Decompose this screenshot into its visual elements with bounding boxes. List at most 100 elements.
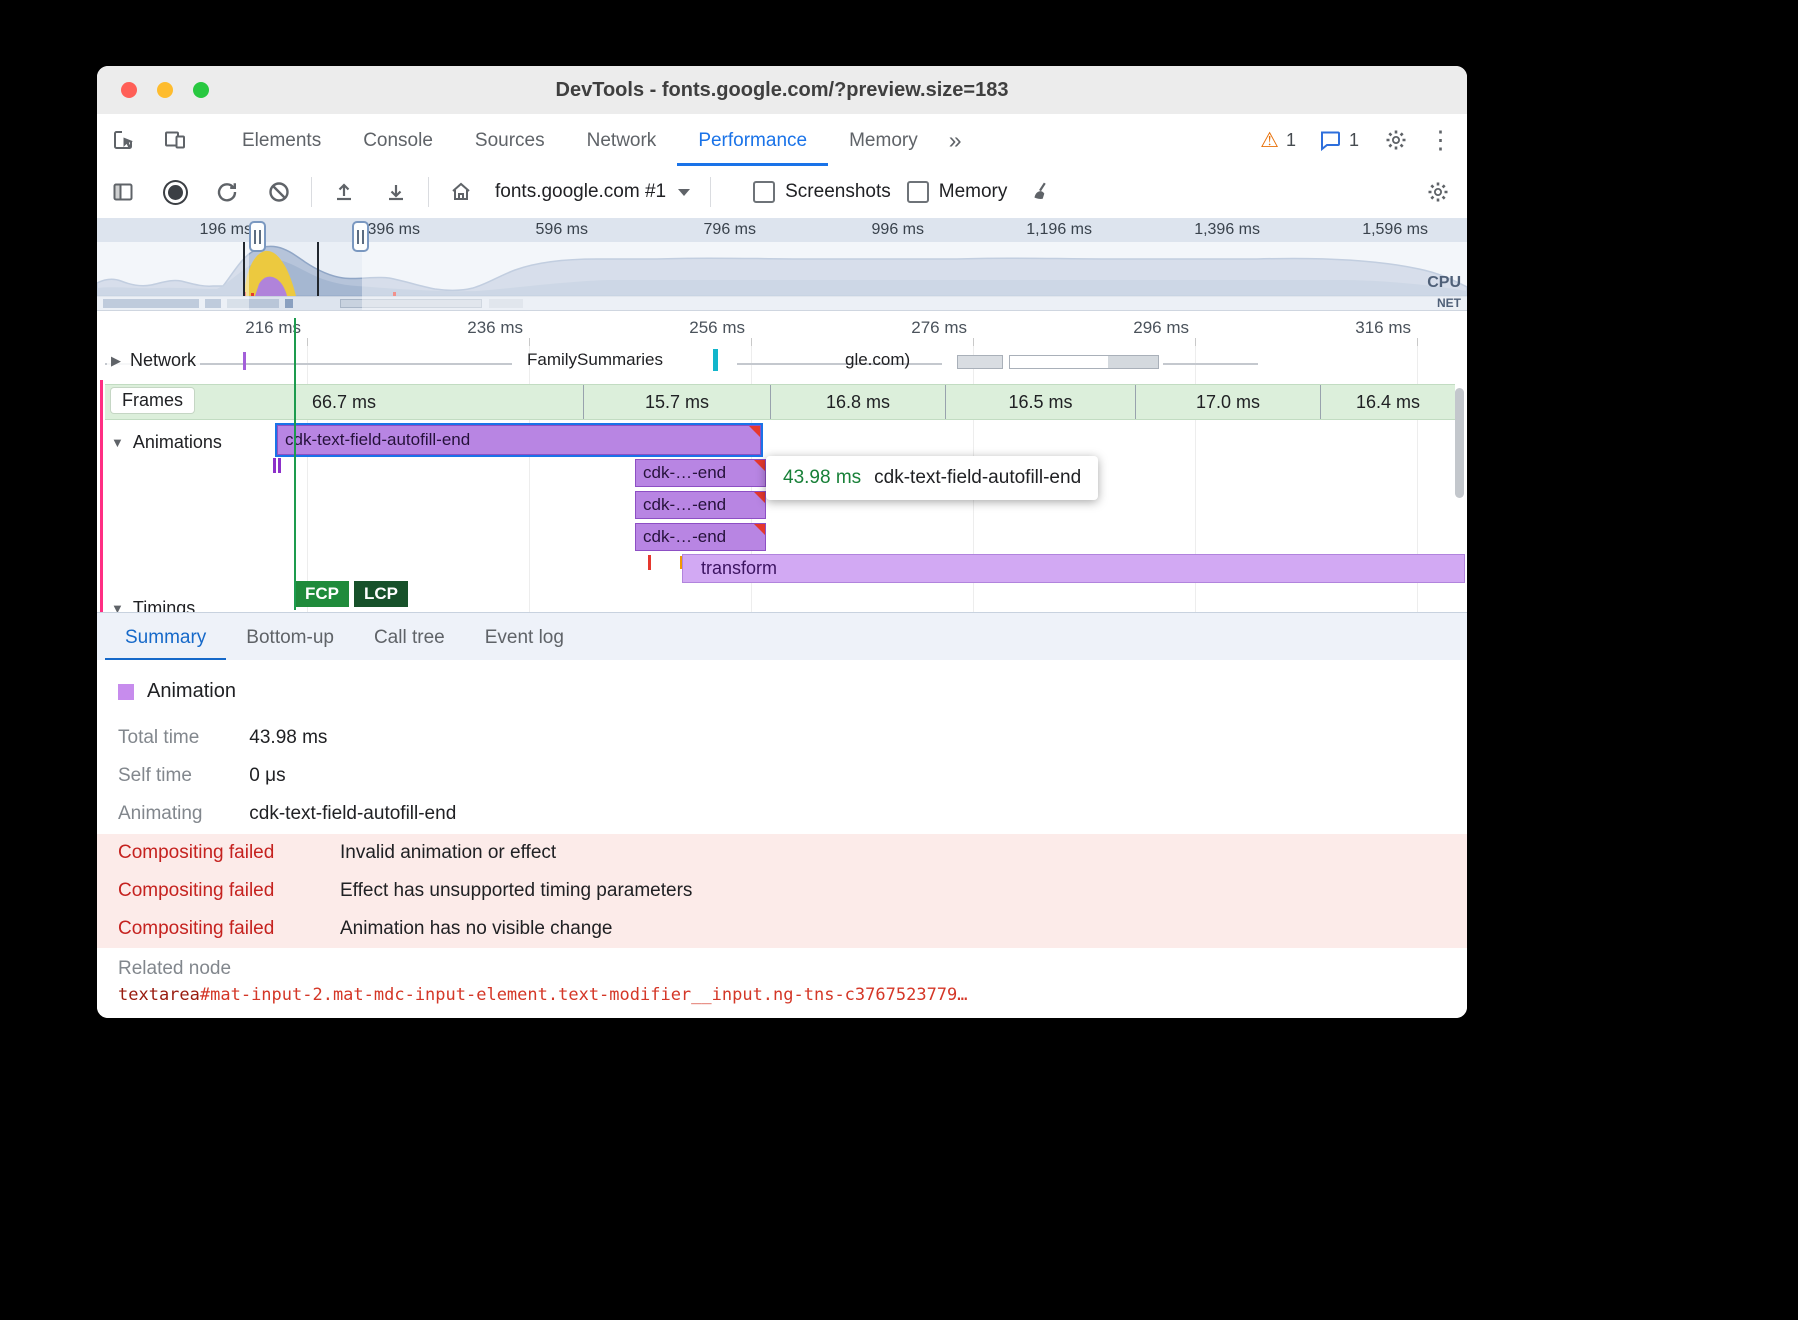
message-bubble-icon xyxy=(1318,128,1342,152)
overview-time: 796 ms xyxy=(650,220,756,240)
frame-duration[interactable]: 15.7 ms xyxy=(583,385,770,419)
network-request-tick xyxy=(243,352,246,370)
fcp-badge[interactable]: FCP xyxy=(295,581,349,607)
network-request-line xyxy=(1163,363,1258,365)
network-track-header[interactable]: ▶ Network xyxy=(107,350,200,371)
overflow-menu-icon[interactable]: ⋮ xyxy=(1428,125,1453,155)
settings-gear-icon[interactable] xyxy=(1383,127,1409,153)
capture-settings-gear-icon[interactable] xyxy=(1425,179,1451,205)
animation-event-label: cdk-…-end xyxy=(643,495,726,514)
memory-label: Memory xyxy=(939,181,1008,203)
overview-marker-line xyxy=(317,242,319,296)
more-tabs-icon[interactable]: » xyxy=(939,127,972,154)
warning-corner-icon xyxy=(749,426,760,437)
warning-corner-icon xyxy=(754,460,765,471)
animating-label: Animating xyxy=(118,803,244,825)
lcp-badge[interactable]: LCP xyxy=(354,581,408,607)
overview-marker-line xyxy=(243,242,245,296)
overview-time: 1,196 ms xyxy=(986,220,1092,240)
animation-color-swatch xyxy=(118,684,134,700)
frame-duration[interactable]: 17.0 ms xyxy=(1135,385,1320,419)
network-request-bar-fill xyxy=(1108,356,1158,368)
vertical-scrollbar[interactable] xyxy=(1455,388,1464,498)
tab-console[interactable]: Console xyxy=(342,115,454,166)
animation-tick xyxy=(273,458,276,473)
animation-event-bar[interactable]: cdk-…-end xyxy=(635,523,766,551)
tab-performance[interactable]: Performance xyxy=(677,115,828,166)
tab-event-log[interactable]: Event log xyxy=(465,614,584,661)
animation-event-label: cdk-text-field-autofill-end xyxy=(285,430,470,449)
total-time-label: Total time xyxy=(118,727,244,749)
animation-event-bar[interactable]: cdk-…-end xyxy=(635,491,766,519)
record-button[interactable] xyxy=(162,179,188,205)
network-request-label[interactable]: FamilySummaries xyxy=(527,350,663,370)
animating-row: Animating cdk-text-field-autofill-end xyxy=(118,803,456,825)
node-tag-name: textarea xyxy=(118,985,200,1005)
save-profile-icon[interactable] xyxy=(383,179,409,205)
transform-animation-bar[interactable]: transform xyxy=(682,554,1465,583)
tab-elements[interactable]: Elements xyxy=(221,115,342,166)
reload-and-record-icon[interactable] xyxy=(214,179,240,205)
network-request-bar[interactable] xyxy=(957,355,1003,369)
issues-counter[interactable]: 1 xyxy=(1318,128,1359,152)
warning-label: Compositing failed xyxy=(118,918,340,940)
network-request-bar[interactable] xyxy=(1009,355,1159,369)
warnings-counter[interactable]: ⚠ 1 xyxy=(1260,128,1296,153)
inspect-element-icon[interactable] xyxy=(110,127,136,153)
overview-time: 1,596 ms xyxy=(1322,220,1428,240)
devtools-window: DevTools - fonts.google.com/?preview.siz… xyxy=(97,66,1467,1018)
expand-arrow-icon[interactable]: ▼ xyxy=(111,435,124,450)
frame-duration[interactable]: 16.8 ms xyxy=(770,385,945,419)
memory-checkbox[interactable] xyxy=(907,181,929,203)
frame-duration[interactable]: 16.5 ms xyxy=(945,385,1135,419)
related-node-link[interactable]: textarea#mat-input-2.mat-mdc-input-eleme… xyxy=(118,985,968,1005)
home-icon[interactable] xyxy=(448,179,474,205)
animation-event-bar[interactable]: cdk-…-end xyxy=(635,459,766,487)
warning-row: Compositing failed Effect has unsupporte… xyxy=(97,872,1467,910)
frame-duration[interactable]: 16.4 ms xyxy=(1320,385,1455,419)
tooltip-duration: 43.98 ms xyxy=(783,467,861,489)
device-toolbar-icon[interactable] xyxy=(162,127,188,153)
warning-reason: Animation has no visible change xyxy=(340,918,613,940)
related-node-label: Related node xyxy=(118,958,231,980)
timings-track-title: Timings xyxy=(133,598,195,612)
network-request-tick[interactable] xyxy=(713,349,718,371)
expand-arrow-icon[interactable]: ▼ xyxy=(111,601,124,612)
selection-handle-right[interactable] xyxy=(352,221,369,252)
tab-sources[interactable]: Sources xyxy=(454,115,566,166)
tab-summary[interactable]: Summary xyxy=(105,614,226,661)
screenshots-label: Screenshots xyxy=(785,181,891,203)
chevron-down-icon[interactable] xyxy=(678,189,690,196)
overview-time: 596 ms xyxy=(482,220,588,240)
tab-network[interactable]: Network xyxy=(566,115,678,166)
screenshots-checkbox[interactable] xyxy=(753,181,775,203)
collapse-arrow-icon[interactable]: ▶ xyxy=(111,353,121,369)
collect-garbage-icon[interactable] xyxy=(1029,179,1055,205)
toolbar-divider xyxy=(311,177,312,207)
tab-bottom-up[interactable]: Bottom-up xyxy=(226,614,354,661)
timings-track-header[interactable]: ▼ Timings xyxy=(107,598,199,612)
animation-event-label: cdk-…-end xyxy=(643,463,726,482)
timeline-overview[interactable]: 196 ms 396 ms 596 ms 796 ms 996 ms 1,196… xyxy=(97,218,1467,310)
toggle-sidebar-icon[interactable] xyxy=(110,179,136,205)
net-activity-bar xyxy=(285,299,293,308)
tab-memory[interactable]: Memory xyxy=(828,115,939,166)
compositing-warnings: Compositing failed Invalid animation or … xyxy=(97,834,1467,948)
network-request-label[interactable]: gle.com) xyxy=(845,350,910,370)
warning-row: Compositing failed Invalid animation or … xyxy=(97,834,1467,872)
page-selector[interactable]: fonts.google.com #1 xyxy=(495,181,666,203)
animation-event-bar-selected[interactable]: cdk-text-field-autofill-end xyxy=(277,425,761,455)
frames-track[interactable]: 66.7 ms 15.7 ms 16.8 ms 16.5 ms 17.0 ms … xyxy=(105,384,1455,420)
overview-dim-right xyxy=(362,242,1467,310)
window-title: DevTools - fonts.google.com/?preview.siz… xyxy=(97,66,1467,114)
animations-track-header[interactable]: ▼ Animations xyxy=(107,432,226,453)
clear-recording-icon[interactable] xyxy=(266,179,292,205)
selection-handle-left[interactable] xyxy=(249,221,266,252)
flamechart-tracks[interactable]: ▶ Network FamilySummaries gle.com) 66.7 … xyxy=(97,346,1467,612)
tab-call-tree[interactable]: Call tree xyxy=(354,614,465,661)
toolbar-divider xyxy=(428,177,429,207)
summary-panel: Animation Total time 43.98 ms Self time … xyxy=(97,660,1467,1018)
event-tooltip: 43.98 ms cdk-text-field-autofill-end xyxy=(766,456,1098,500)
load-profile-icon[interactable] xyxy=(331,179,357,205)
warning-label: Compositing failed xyxy=(118,880,340,902)
